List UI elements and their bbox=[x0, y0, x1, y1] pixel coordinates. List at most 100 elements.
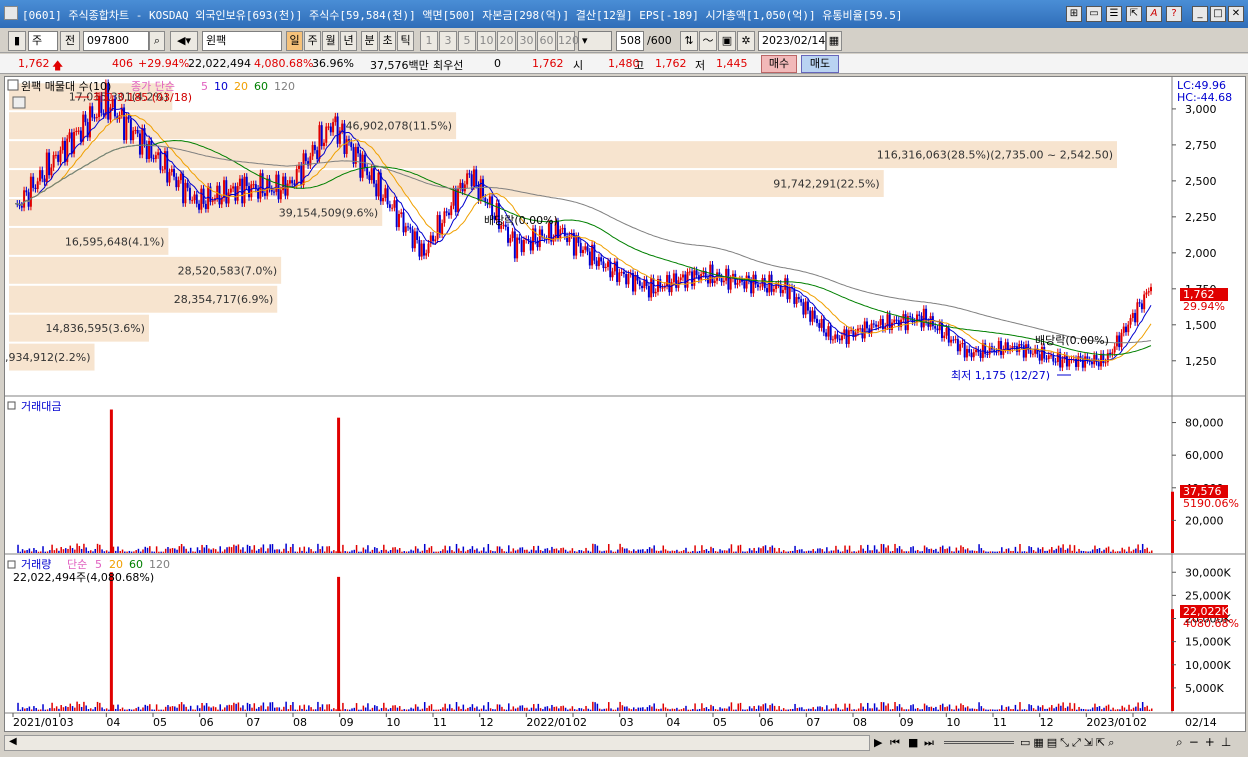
app-icon bbox=[4, 6, 18, 20]
link-icon[interactable]: ⊞ bbox=[1066, 6, 1082, 22]
tab-day[interactable]: 일 bbox=[286, 31, 303, 51]
window-list-icon[interactable]: ☰ bbox=[1106, 6, 1122, 22]
candle-body bbox=[863, 321, 866, 339]
amount-bar bbox=[630, 551, 633, 553]
amount-bar bbox=[696, 551, 699, 553]
volume-bar bbox=[464, 709, 467, 711]
amount-bar bbox=[655, 550, 658, 553]
prev-stock-button[interactable]: 전 bbox=[60, 31, 80, 51]
volume-bar bbox=[919, 709, 921, 711]
volume-bar bbox=[969, 708, 971, 711]
amount-bar bbox=[258, 549, 260, 553]
horizontal-scrollbar[interactable]: ◀ bbox=[4, 735, 870, 751]
chart-menu-icon[interactable]: ▮ bbox=[8, 31, 26, 51]
amount-bar bbox=[208, 548, 210, 553]
count-input[interactable]: 508 bbox=[616, 31, 644, 51]
calendar-icon[interactable]: ▦ bbox=[826, 31, 842, 51]
volume-bar bbox=[44, 709, 47, 711]
zoom-controls-icon[interactable]: ⌕−+⊥ bbox=[1176, 735, 1237, 750]
amount-bar bbox=[1014, 546, 1017, 553]
sell-button[interactable]: 매도 bbox=[801, 55, 839, 73]
stock-code-input[interactable]: 097800 bbox=[83, 31, 149, 51]
chart-area[interactable]: 8,934,912(2.2%) 14,836,595(3.6%) 28,354,71… bbox=[4, 76, 1246, 732]
settings-icon[interactable]: ✲ bbox=[737, 31, 755, 51]
market-select[interactable]: 주 bbox=[28, 31, 58, 51]
amount-bar bbox=[224, 549, 226, 553]
candle-body bbox=[979, 352, 982, 358]
volume-bar bbox=[1019, 702, 1021, 711]
volume-bar bbox=[991, 709, 994, 711]
date-input[interactable]: 2023/02/14 bbox=[758, 31, 826, 51]
interval-button[interactable]: 1 bbox=[420, 31, 438, 51]
custom-interval-select[interactable]: ▾ bbox=[578, 31, 612, 51]
candle-body bbox=[813, 310, 816, 319]
scroll-right-icon[interactable]: ▶ bbox=[874, 736, 882, 749]
maximize-button[interactable]: □ bbox=[1210, 6, 1226, 22]
volume-bar bbox=[926, 705, 928, 711]
amount-bar bbox=[473, 549, 476, 553]
interval-button[interactable]: 3 bbox=[439, 31, 457, 51]
minimize-to-tray-icon[interactable]: ▭ bbox=[1086, 6, 1102, 22]
candle-body bbox=[1104, 362, 1107, 364]
compare-icon[interactable]: 〜 bbox=[699, 31, 717, 51]
help-icon[interactable]: ? bbox=[1166, 6, 1182, 22]
interval-button[interactable]: 5 bbox=[458, 31, 476, 51]
stop-icon[interactable]: ■ bbox=[908, 736, 918, 749]
fast-forward-icon[interactable]: ⏭ bbox=[924, 736, 934, 750]
amount-bar bbox=[1114, 551, 1117, 553]
candle-body bbox=[366, 167, 369, 176]
interval-button[interactable]: 10 bbox=[477, 31, 496, 51]
volume-bar bbox=[364, 707, 367, 711]
zoom-slider[interactable] bbox=[944, 741, 1014, 744]
tab-week[interactable]: 주 bbox=[304, 31, 321, 51]
interval-button[interactable]: 60 bbox=[537, 31, 556, 51]
interval-button[interactable]: 120 bbox=[557, 31, 579, 51]
speaker-icon[interactable]: ◀▾ bbox=[170, 31, 198, 51]
scroll-left-icon[interactable]: ◀ bbox=[9, 736, 17, 747]
volume-bar bbox=[558, 708, 560, 711]
drawing-tools-icon[interactable]: ▭▦▤⤡⤢⇲⇱⌕ bbox=[1020, 736, 1117, 750]
amount-bar bbox=[176, 549, 178, 553]
font-icon[interactable]: A bbox=[1146, 6, 1162, 22]
scroll-icon[interactable]: ⇅ bbox=[680, 31, 698, 51]
candle-body bbox=[416, 231, 419, 240]
volume-bar bbox=[610, 708, 612, 711]
tab-second[interactable]: 초 bbox=[379, 31, 396, 51]
volume-bar bbox=[176, 707, 178, 711]
stock-chart[interactable]: 8,934,912(2.2%) 14,836,595(3.6%) 28,354,71… bbox=[5, 77, 1245, 731]
interval-button[interactable]: 30 bbox=[517, 31, 536, 51]
volume-bar bbox=[137, 706, 140, 711]
tab-month[interactable]: 월 bbox=[322, 31, 339, 51]
tab-tick[interactable]: 틱 bbox=[397, 31, 414, 51]
amount-bar bbox=[748, 548, 751, 553]
amount-bar bbox=[396, 549, 399, 553]
volume-bar bbox=[358, 709, 360, 711]
minimize-button[interactable]: _ bbox=[1192, 6, 1208, 22]
interval-button[interactable]: 20 bbox=[497, 31, 516, 51]
export-icon[interactable]: ⇱ bbox=[1126, 6, 1142, 22]
tab-minute[interactable]: 분 bbox=[361, 31, 378, 51]
amount-bar bbox=[642, 549, 644, 553]
volume-bar bbox=[596, 703, 599, 711]
save-icon[interactable]: ▣ bbox=[718, 31, 736, 51]
buy-button[interactable]: 매수 bbox=[761, 55, 797, 73]
volume-bar bbox=[398, 706, 401, 711]
candle-body bbox=[322, 142, 325, 147]
amount-bar bbox=[419, 551, 421, 553]
volume-bar bbox=[564, 707, 567, 711]
rewind-icon[interactable]: ⏮ bbox=[890, 736, 900, 750]
amount-bar bbox=[712, 548, 715, 553]
candle-body bbox=[520, 240, 523, 253]
volume-bar bbox=[414, 704, 417, 711]
amount-bar bbox=[757, 547, 760, 553]
candle-body bbox=[447, 212, 450, 216]
amount-bar bbox=[737, 545, 739, 553]
volume-bar bbox=[576, 709, 578, 711]
candle-body bbox=[393, 200, 396, 208]
search-icon[interactable]: ⌕ bbox=[149, 31, 165, 51]
candle-body bbox=[1065, 355, 1068, 367]
candle-body bbox=[1127, 324, 1130, 333]
close-button[interactable]: ✕ bbox=[1228, 6, 1244, 22]
candle-body bbox=[845, 329, 848, 345]
tab-year[interactable]: 년 bbox=[340, 31, 357, 51]
